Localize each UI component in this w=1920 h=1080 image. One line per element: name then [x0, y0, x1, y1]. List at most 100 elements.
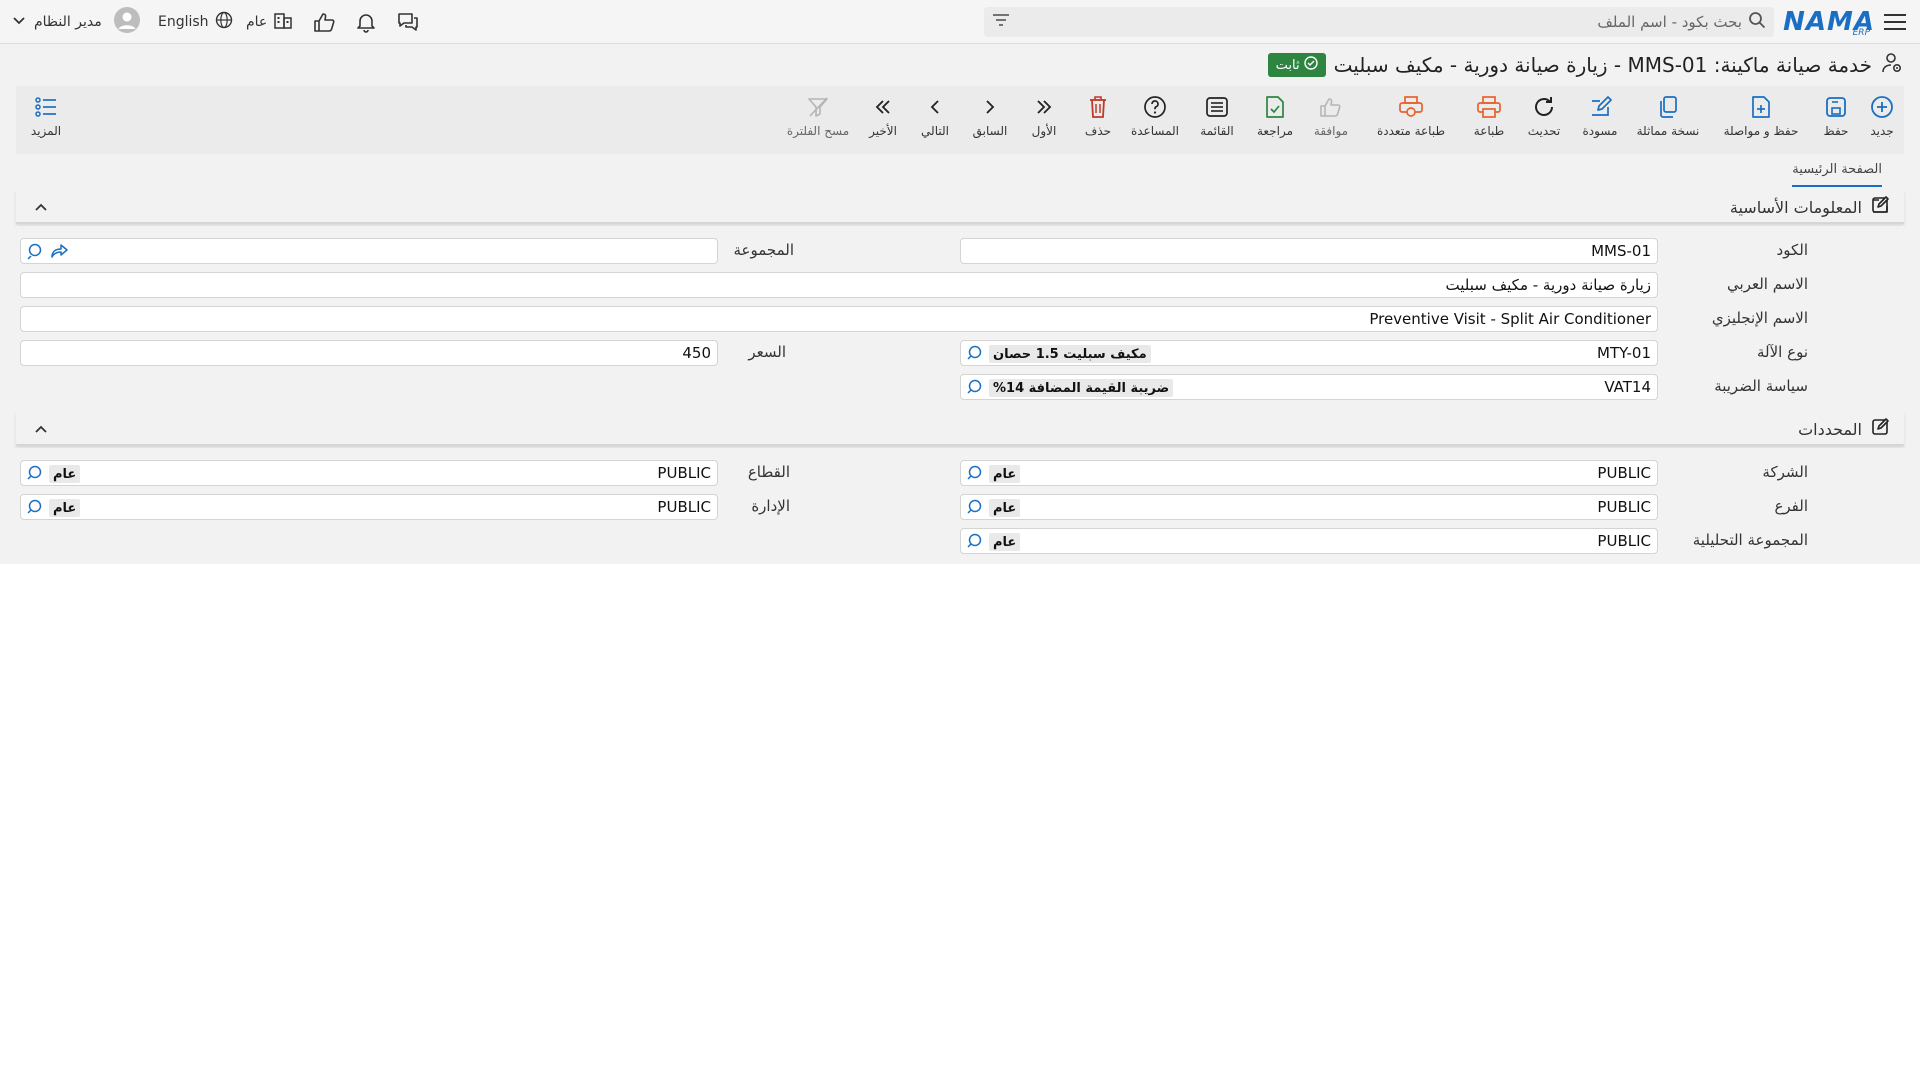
chevron-up-icon[interactable] — [34, 190, 48, 224]
trash-icon — [1088, 92, 1108, 122]
determinants-section-header[interactable]: المحددات — [16, 412, 1904, 446]
search-icon[interactable] — [967, 529, 985, 553]
department-code: PUBLIC — [657, 498, 711, 516]
search-input[interactable] — [1010, 13, 1748, 31]
save-continue-button[interactable]: حفظ و مواصلة — [1716, 92, 1806, 150]
menu-icon[interactable] — [1880, 0, 1910, 44]
user-menu[interactable]: مدير النظام — [12, 0, 140, 44]
previous-label: السابق — [972, 124, 1008, 138]
last-label: الأخير — [869, 124, 897, 138]
search-icon[interactable] — [27, 495, 45, 519]
delete-label: حذف — [1084, 124, 1112, 138]
basic-info-section-header[interactable]: المعلومات الأساسية — [16, 190, 1904, 224]
refresh-label: تحديث — [1527, 124, 1561, 138]
first-button[interactable]: الأول — [1024, 92, 1064, 150]
duplicate-label: نسخة مماثلة — [1636, 124, 1700, 138]
price-field[interactable]: 450 — [20, 340, 718, 366]
search-icon[interactable] — [27, 461, 45, 485]
code-field[interactable]: MMS-01 — [960, 238, 1658, 264]
empty-area — [0, 564, 1920, 1080]
filter-icon[interactable] — [992, 13, 1010, 31]
code-label: الكود — [1776, 241, 1808, 259]
save-continue-label: حفظ و مواصلة — [1723, 124, 1799, 138]
check-circle-icon — [1303, 56, 1318, 74]
review-button[interactable]: مراجعة — [1250, 92, 1300, 150]
refresh-button[interactable]: تحديث — [1520, 92, 1568, 150]
english-name-label: الاسم الإنجليزي — [1711, 309, 1808, 327]
file-plus-icon — [1750, 92, 1772, 122]
previous-button[interactable]: السابق — [968, 92, 1012, 150]
code-value: MMS-01 — [1591, 242, 1651, 260]
machine-type-name: مكيف سبليت 1.5 حصان — [989, 345, 1151, 363]
approvals-icon[interactable] — [313, 0, 337, 44]
last-button[interactable]: الأخير — [862, 92, 904, 150]
search-icon[interactable] — [967, 495, 985, 519]
multi-print-button[interactable]: طباعة متعددة — [1368, 92, 1454, 150]
next-label: التالي — [921, 124, 949, 138]
sector-name: عام — [49, 465, 81, 483]
chevrons-left-icon — [873, 92, 893, 122]
review-label: مراجعة — [1256, 124, 1294, 138]
draft-button[interactable]: مسودة — [1576, 92, 1624, 150]
department-name: عام — [49, 499, 81, 517]
tax-policy-field[interactable]: VAT14 ضريبة القيمة المضافة 14% — [960, 374, 1658, 400]
arabic-name-value: زيارة صيانة دورية - مكيف سبليت — [1445, 276, 1651, 294]
tab-home[interactable]: الصفحة الرئيسية — [1792, 162, 1882, 187]
group-field[interactable] — [20, 238, 718, 264]
action-toolbar: جديد حفظ حفظ و مواصلة نسخة مماثلة مسودة … — [16, 86, 1904, 154]
search-icon[interactable] — [967, 341, 985, 365]
branch-field[interactable]: PUBLIC عام — [960, 494, 1658, 520]
analytic-group-label: المجموعة التحليلية — [1692, 531, 1808, 549]
search-icon[interactable] — [967, 461, 985, 485]
company-label: الشركة — [1762, 463, 1808, 481]
copy-icon — [1657, 92, 1679, 122]
print-label: طباعة — [1473, 124, 1505, 138]
save-label: حفظ — [1823, 124, 1849, 138]
app-logo[interactable]: NAMA ERP — [1783, 0, 1874, 44]
messages-icon[interactable] — [396, 0, 420, 44]
duplicate-button[interactable]: نسخة مماثلة — [1632, 92, 1704, 150]
price-label: السعر — [748, 343, 786, 361]
save-button[interactable]: حفظ — [1816, 92, 1856, 150]
new-button[interactable]: جديد — [1862, 92, 1902, 150]
search-icon[interactable] — [1748, 11, 1766, 33]
list-button[interactable]: القائمة — [1194, 92, 1240, 150]
new-label: جديد — [1870, 124, 1894, 138]
english-name-field[interactable]: Preventive Visit - Split Air Conditioner — [20, 306, 1658, 332]
language-switcher[interactable]: English — [158, 0, 233, 44]
arabic-name-field[interactable]: زيارة صيانة دورية - مكيف سبليت — [20, 272, 1658, 298]
chevron-up-icon[interactable] — [34, 412, 48, 446]
company-code: PUBLIC — [1597, 464, 1651, 482]
help-button[interactable]: المساعدة — [1126, 92, 1184, 150]
help-label: المساعدة — [1130, 124, 1180, 138]
company-field[interactable]: PUBLIC عام — [960, 460, 1658, 486]
sector-field[interactable]: PUBLIC عام — [20, 460, 718, 486]
logo-sub: ERP — [1852, 28, 1870, 38]
department-field[interactable]: PUBLIC عام — [20, 494, 718, 520]
notifications-icon[interactable] — [355, 0, 377, 44]
more-button[interactable]: المزيد — [26, 92, 66, 150]
analytic-group-field[interactable]: PUBLIC عام — [960, 528, 1658, 554]
approve-button[interactable]: موافقة — [1306, 92, 1356, 150]
next-button[interactable]: التالي — [914, 92, 956, 150]
save-icon — [1825, 92, 1847, 122]
search-icon[interactable] — [967, 375, 985, 399]
draft-label: مسودة — [1582, 124, 1618, 138]
user-name: مدير النظام — [34, 14, 102, 30]
print-button[interactable]: طباعة — [1466, 92, 1512, 150]
language-label: English — [158, 14, 209, 30]
page-title: خدمة صيانة ماكينة: MMS-01 - زيارة صيانة … — [1333, 53, 1872, 77]
arabic-name-label: الاسم العربي — [1727, 275, 1808, 293]
plus-circle-icon — [1870, 92, 1894, 122]
delete-button[interactable]: حذف — [1078, 92, 1118, 150]
sector-code: PUBLIC — [657, 464, 711, 482]
approve-label: موافقة — [1313, 124, 1349, 138]
machine-type-field[interactable]: MTY-01 مكيف سبليت 1.5 حصان — [960, 340, 1658, 366]
machine-type-label: نوع الآلة — [1757, 343, 1808, 361]
search-icon[interactable] — [27, 239, 45, 263]
printer-icon — [1476, 92, 1502, 122]
share-icon[interactable] — [51, 239, 69, 263]
filter-off-icon — [807, 92, 829, 122]
scope-selector[interactable]: عام — [246, 0, 293, 44]
clear-filter-button[interactable]: مسح الفلترة — [786, 92, 850, 150]
